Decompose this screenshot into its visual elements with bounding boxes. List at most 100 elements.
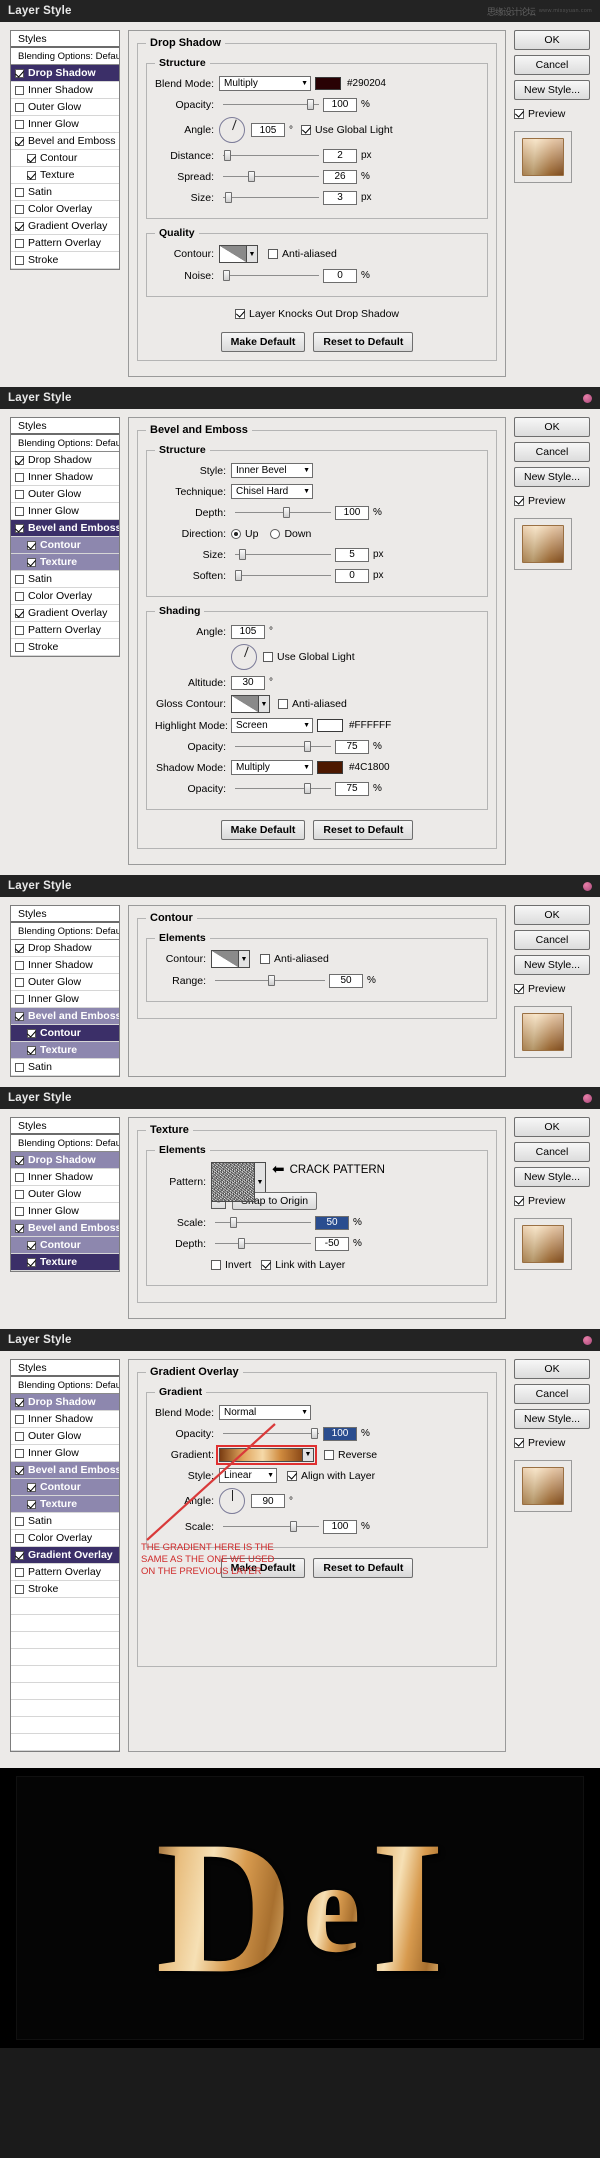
sidebar-item-inner-shadow[interactable]: Inner Shadow: [11, 1169, 119, 1186]
cancel-button[interactable]: Cancel: [514, 442, 590, 462]
checkbox-icon[interactable]: [15, 238, 24, 248]
reverse-checkbox[interactable]: Reverse: [324, 1449, 377, 1461]
checkbox-icon[interactable]: [27, 1499, 36, 1509]
chevron-down-icon[interactable]: ▼: [259, 695, 270, 713]
sidebar-item-pattern-overlay[interactable]: Pattern Overlay: [11, 235, 119, 252]
scale-value[interactable]: 100: [323, 1519, 357, 1534]
styles-sidebar[interactable]: Styles Blending Options: Default Drop Sh…: [10, 905, 120, 1077]
checkbox-icon[interactable]: [15, 1206, 24, 1216]
sidebar-item-contour[interactable]: Contour: [11, 1237, 119, 1254]
anti-aliased-checkbox[interactable]: Anti-aliased: [260, 953, 329, 965]
sidebar-item-contour[interactable]: Contour: [11, 1025, 119, 1042]
align-with-layer-checkbox[interactable]: Align with Layer: [287, 1470, 375, 1482]
checkbox-icon[interactable]: [15, 608, 24, 618]
checkbox-icon[interactable]: [15, 187, 24, 197]
sidebar-item-inner-shadow[interactable]: Inner Shadow: [11, 469, 119, 486]
sidebar-item-outer-glow[interactable]: Outer Glow: [11, 486, 119, 503]
highlight-opacity-slider[interactable]: [235, 740, 331, 754]
sidebar-item-bevel-and-emboss[interactable]: Bevel and Emboss: [11, 1220, 119, 1237]
sidebar-item-outer-glow[interactable]: Outer Glow: [11, 99, 119, 116]
checkbox-icon[interactable]: [27, 540, 36, 550]
gloss-contour-picker[interactable]: ▼: [231, 695, 270, 713]
sidebar-item-inner-glow[interactable]: Inner Glow: [11, 116, 119, 133]
size-slider[interactable]: [223, 191, 319, 205]
checkbox-icon[interactable]: [15, 472, 24, 482]
ok-button[interactable]: OK: [514, 1359, 590, 1379]
checkbox-icon[interactable]: [15, 1448, 24, 1458]
link-with-layer-checkbox[interactable]: Link with Layer: [261, 1259, 345, 1271]
sidebar-item-bevel-and-emboss[interactable]: Bevel and Emboss: [11, 133, 119, 150]
checkbox-icon[interactable]: [27, 170, 36, 180]
sidebar-item-inner-glow[interactable]: Inner Glow: [11, 1445, 119, 1462]
soften-slider[interactable]: [235, 569, 331, 583]
shadow-opacity-slider[interactable]: [235, 782, 331, 796]
sidebar-item-satin[interactable]: Satin: [11, 184, 119, 201]
ok-button[interactable]: OK: [514, 417, 590, 437]
checkbox-icon[interactable]: [27, 1482, 36, 1492]
checkbox-icon[interactable]: [15, 204, 24, 214]
use-global-light-checkbox[interactable]: Use Global Light: [301, 124, 393, 136]
checkbox-icon[interactable]: [15, 994, 24, 1004]
sidebar-item-texture[interactable]: Texture: [11, 1254, 119, 1271]
sidebar-item-inner-shadow[interactable]: Inner Shadow: [11, 1411, 119, 1428]
sidebar-item-inner-glow[interactable]: Inner Glow: [11, 991, 119, 1008]
checkbox-icon[interactable]: [15, 102, 24, 112]
checkbox-icon[interactable]: [15, 85, 24, 95]
cancel-button[interactable]: Cancel: [514, 1142, 590, 1162]
opacity-value[interactable]: 100: [323, 97, 357, 112]
size-slider[interactable]: [235, 548, 331, 562]
checkbox-icon[interactable]: [15, 68, 24, 78]
angle-dial[interactable]: [231, 644, 257, 670]
sidebar-item-blending-options[interactable]: Blending Options: Default: [11, 435, 119, 452]
cancel-button[interactable]: Cancel: [514, 1384, 590, 1404]
chevron-down-icon[interactable]: ▼: [239, 950, 250, 968]
checkbox-icon[interactable]: [15, 1533, 24, 1543]
sidebar-item-satin[interactable]: Satin: [11, 1059, 119, 1076]
preview-checkbox[interactable]: Preview: [514, 1195, 590, 1207]
styles-sidebar[interactable]: Styles Blending Options: Default Drop Sh…: [10, 30, 120, 270]
sidebar-item-inner-glow[interactable]: Inner Glow: [11, 1203, 119, 1220]
invert-checkbox[interactable]: Invert: [211, 1259, 251, 1271]
soften-value[interactable]: 0: [335, 568, 369, 583]
altitude-value[interactable]: 30: [231, 675, 265, 690]
new-style-button[interactable]: New Style...: [514, 80, 590, 100]
gradient-style-select[interactable]: Linear ▼: [219, 1468, 277, 1483]
sidebar-item-color-overlay[interactable]: Color Overlay: [11, 588, 119, 605]
layer-knocks-out-checkbox[interactable]: Layer Knocks Out Drop Shadow: [235, 308, 399, 320]
distance-value[interactable]: 2: [323, 148, 357, 163]
checkbox-icon[interactable]: [15, 1550, 24, 1560]
checkbox-icon[interactable]: [15, 960, 24, 970]
noise-value[interactable]: 0: [323, 268, 357, 283]
checkbox-icon[interactable]: [15, 506, 24, 516]
checkbox-icon[interactable]: [15, 1397, 24, 1407]
blend-mode-select[interactable]: Normal ▼: [219, 1405, 311, 1420]
sidebar-item-gradient-overlay[interactable]: Gradient Overlay: [11, 1547, 119, 1564]
sidebar-item-drop-shadow[interactable]: Drop Shadow: [11, 1152, 119, 1169]
scale-slider[interactable]: [223, 1520, 319, 1534]
sidebar-item-blending-options[interactable]: Blending Options: Default: [11, 1135, 119, 1152]
sidebar-item-bevel-and-emboss[interactable]: Bevel and Emboss: [11, 1462, 119, 1479]
sidebar-item-inner-glow[interactable]: Inner Glow: [11, 503, 119, 520]
checkbox-icon[interactable]: [15, 489, 24, 499]
checkbox-icon[interactable]: [27, 1257, 36, 1267]
sidebar-item-pattern-overlay[interactable]: Pattern Overlay: [11, 1564, 119, 1581]
checkbox-icon[interactable]: [15, 455, 24, 465]
sidebar-item-color-overlay[interactable]: Color Overlay: [11, 201, 119, 218]
shadow-color-swatch[interactable]: [315, 77, 341, 90]
range-slider[interactable]: [215, 974, 325, 988]
new-style-button[interactable]: New Style...: [514, 467, 590, 487]
reset-default-button[interactable]: Reset to Default: [313, 332, 414, 352]
anti-aliased-checkbox[interactable]: Anti-aliased: [268, 248, 337, 260]
checkbox-icon[interactable]: [15, 1431, 24, 1441]
new-style-button[interactable]: New Style...: [514, 1167, 590, 1187]
checkbox-icon[interactable]: [15, 221, 24, 231]
checkbox-icon[interactable]: [27, 1045, 36, 1055]
angle-dial[interactable]: [219, 117, 245, 143]
sidebar-item-blending-options[interactable]: Blending Options: Default: [11, 1377, 119, 1394]
contour-picker[interactable]: ▼: [219, 245, 258, 263]
sidebar-item-gradient-overlay[interactable]: Gradient Overlay: [11, 605, 119, 622]
sidebar-item-contour[interactable]: Contour: [11, 537, 119, 554]
sidebar-item-satin[interactable]: Satin: [11, 571, 119, 588]
reset-default-button[interactable]: Reset to Default: [313, 1558, 414, 1578]
checkbox-icon[interactable]: [15, 591, 24, 601]
